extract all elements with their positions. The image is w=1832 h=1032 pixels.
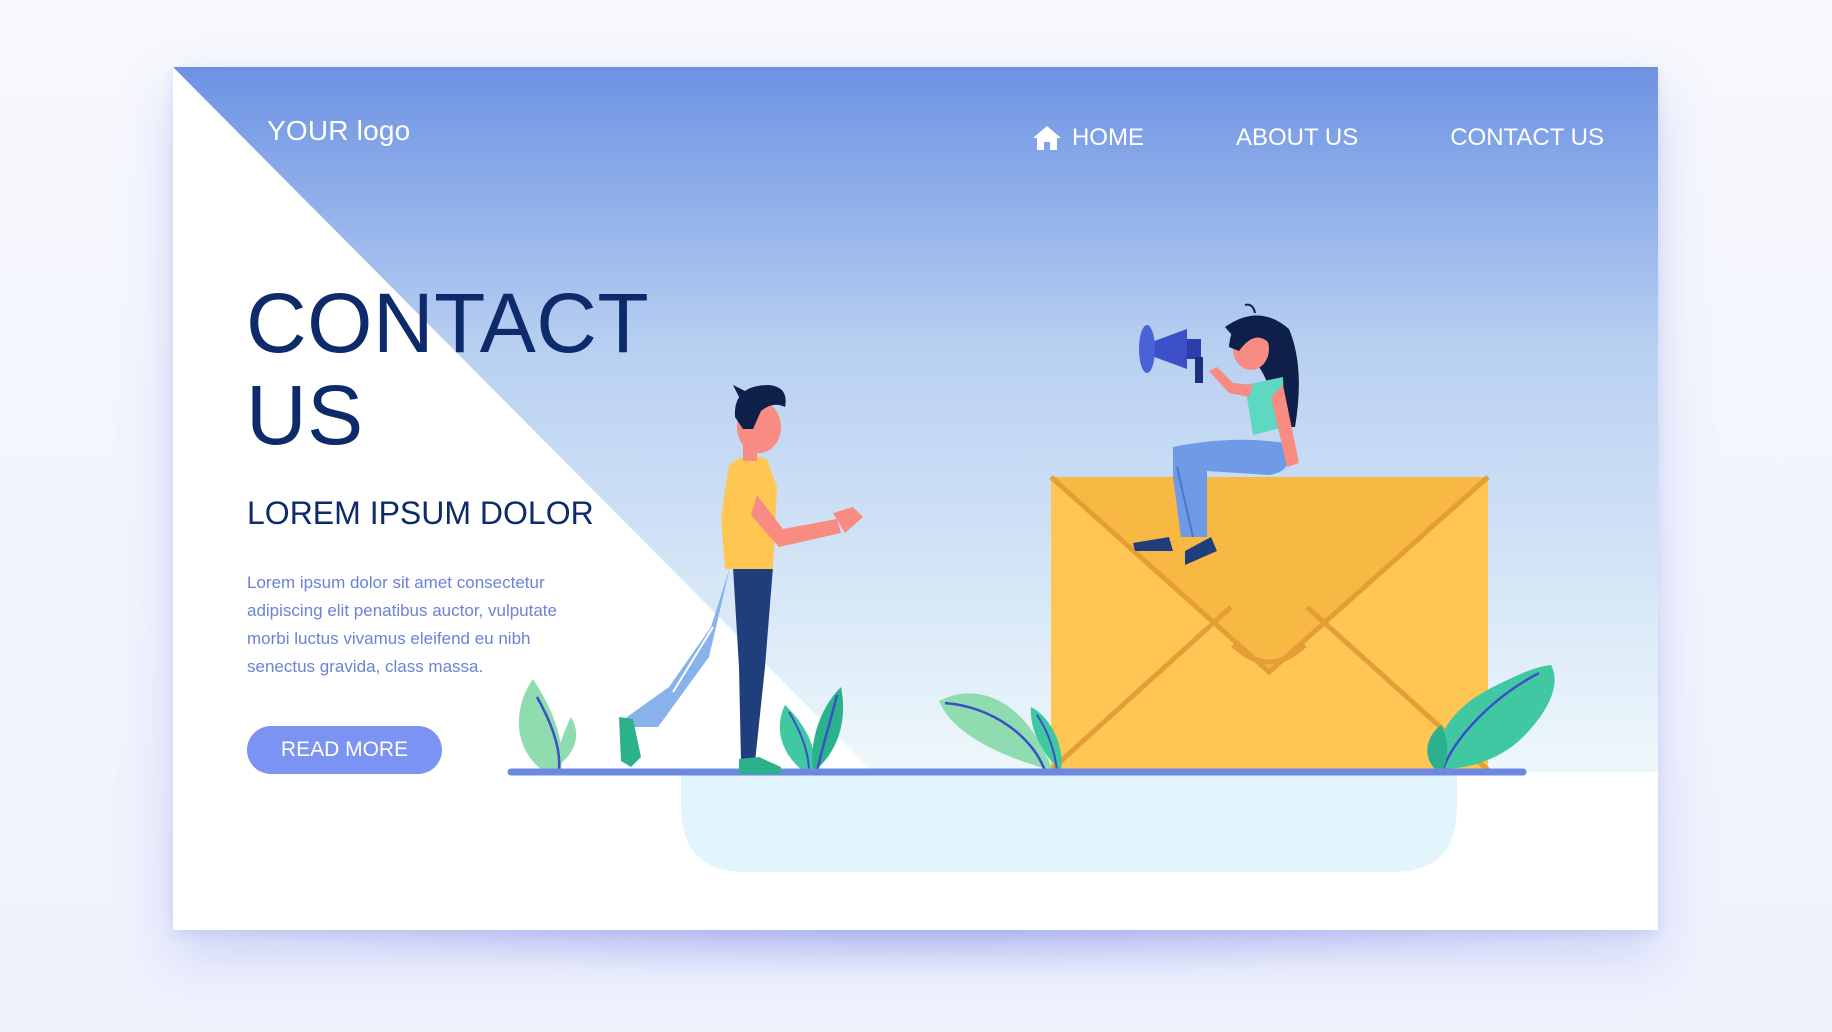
plant-envelope-left — [939, 693, 1062, 772]
plant-left — [518, 679, 577, 770]
landing-page-card: YOUR logo HOME ABOUT US CONTACT US CONTA… — [173, 67, 1658, 930]
plant-center-left — [779, 687, 844, 773]
megaphone-icon — [1139, 325, 1203, 383]
contact-illustration — [507, 303, 1555, 776]
envelope-icon — [1049, 475, 1490, 772]
